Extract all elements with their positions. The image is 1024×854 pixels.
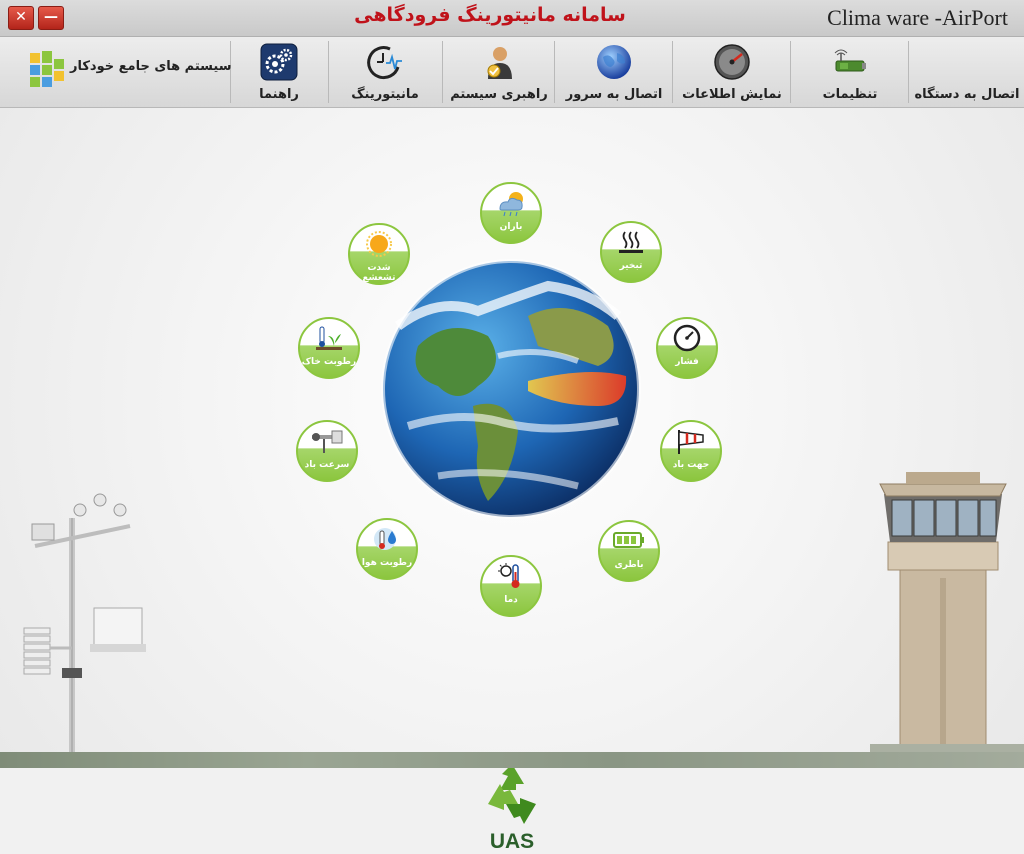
settings-device-icon — [834, 49, 866, 72]
connect-server-button[interactable]: اتصال به سرور — [556, 37, 672, 107]
weather-station-image — [23, 493, 146, 752]
sensor-pressure-label: فشار — [675, 357, 699, 367]
window-title: سامانه مانیتورینگ فرودگاهی — [354, 4, 626, 26]
sensor-air-humidity-label: رطوبت هوا — [361, 558, 413, 568]
help-button[interactable]: راهنما — [232, 37, 326, 107]
windsock-icon — [678, 430, 704, 454]
sensor-soil-moisture[interactable]: رطوبت خاک — [298, 317, 360, 379]
gauge-icon — [714, 44, 750, 80]
toolbar-divider — [908, 41, 909, 103]
sensor-wind-direction-label: جهت باد — [672, 460, 710, 470]
sensor-evaporation-label: تبخیر — [619, 261, 643, 271]
help-gears-icon — [260, 43, 298, 81]
earth-globe-image — [381, 259, 641, 519]
system-admin-label: راهبری سیستم — [450, 87, 548, 102]
show-info-label: نمایش اطلاعات — [682, 87, 782, 102]
sensor-temperature[interactable]: دما — [480, 555, 542, 617]
title-bar: ✕ — سامانه مانیتورینگ فرودگاهی Clima war… — [0, 0, 1024, 37]
sensor-air-humidity[interactable]: رطوبت هوا — [356, 518, 418, 580]
rain-cloud-icon — [499, 192, 523, 217]
toolbar-divider — [790, 41, 791, 103]
sensor-soil-moisture-label: رطوبت خاک — [301, 357, 357, 367]
toolbar-divider — [442, 41, 443, 103]
uas-logo-label: UAS — [489, 830, 535, 853]
connect-server-label: اتصال به سرور — [565, 87, 663, 102]
humidity-icon — [374, 528, 396, 550]
system-admin-button[interactable]: راهبری سیستم — [444, 37, 554, 107]
minimize-button[interactable]: — — [38, 6, 64, 30]
settings-label: تنظیمات — [822, 87, 878, 102]
brand-label: سیستم های جامع خودکار — [70, 59, 232, 74]
main-panel: باران تبخیر فشار جهت باد باطری دما رطوبت… — [0, 108, 1024, 853]
toolbar-divider — [554, 41, 555, 103]
toolbar-divider — [328, 41, 329, 103]
sensor-wind-speed[interactable]: سرعت باد — [296, 420, 358, 482]
help-label: راهنما — [259, 87, 299, 102]
control-tower-image — [870, 472, 1024, 752]
thermometer-sun-icon — [498, 563, 520, 588]
sensor-evaporation[interactable]: تبخیر — [600, 221, 662, 283]
anemometer-icon — [312, 430, 343, 453]
sensor-radiation-label: شدت تشعشع — [362, 263, 396, 283]
settings-button[interactable]: تنظیمات — [792, 37, 908, 107]
soil-moisture-icon — [316, 326, 342, 350]
main-toolbar: اتصال به دستگاه تنظیمات نمایش اطلاعات ات… — [0, 37, 1024, 108]
sensor-wind-speed-label: سرعت باد — [304, 460, 350, 470]
show-info-button[interactable]: نمایش اطلاعات — [674, 37, 790, 107]
sensor-temperature-label: دما — [504, 595, 518, 605]
evaporation-icon — [619, 231, 643, 253]
pressure-gauge-icon — [673, 324, 701, 352]
sensor-radiation[interactable]: شدت تشعشع — [348, 223, 410, 285]
toolbar-divider — [672, 41, 673, 103]
sensor-rain[interactable]: باران — [480, 182, 542, 244]
sensor-rain-label: باران — [499, 222, 523, 232]
uas-logo: UAS — [480, 760, 544, 854]
sensor-wind-direction[interactable]: جهت باد — [660, 420, 722, 482]
connect-device-label: اتصال به دستگاه — [914, 87, 1020, 102]
brand-block: سیستم های جامع خودکار — [28, 49, 232, 89]
connect-device-button[interactable]: اتصال به دستگاه — [910, 37, 1024, 107]
recycle-icon — [488, 764, 536, 824]
globe-server-icon — [597, 45, 631, 79]
sun-radiation-icon — [366, 231, 392, 257]
monitoring-label: مانیتورینگ — [351, 87, 419, 102]
sensor-battery[interactable]: باطری — [598, 520, 660, 582]
close-button[interactable]: ✕ — [8, 6, 34, 30]
sensor-battery-label: باطری — [614, 560, 644, 570]
brand-logo-icon — [30, 51, 64, 87]
ground-strip — [0, 752, 1024, 768]
monitoring-clock-icon — [367, 46, 402, 80]
admin-user-icon — [487, 47, 512, 79]
sensor-pressure[interactable]: فشار — [656, 317, 718, 379]
app-name: Clima ware -AirPort — [827, 5, 1008, 30]
battery-icon — [613, 532, 644, 548]
monitoring-button[interactable]: مانیتورینگ — [330, 37, 440, 107]
